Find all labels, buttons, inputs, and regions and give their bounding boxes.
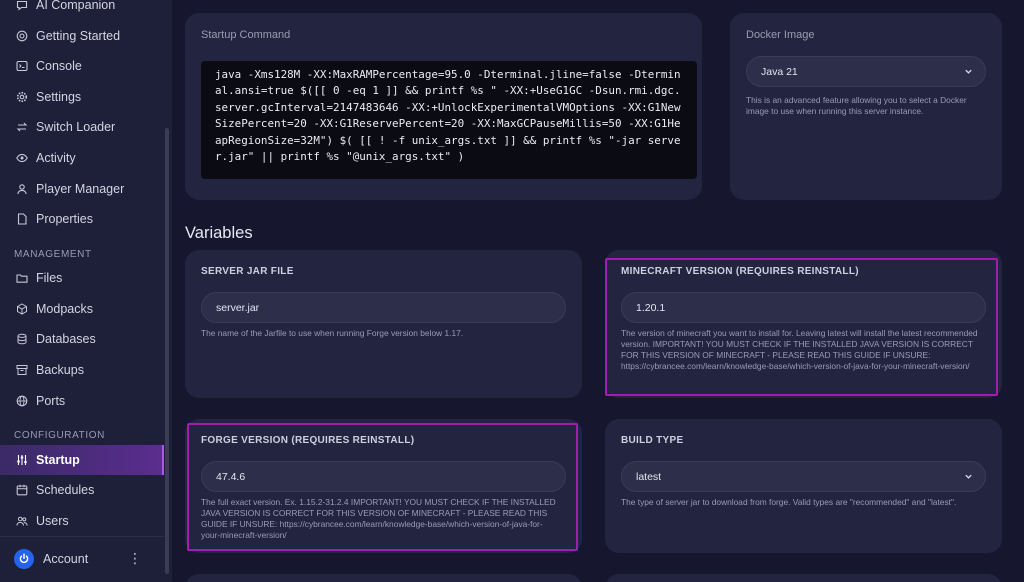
database-icon: [16, 333, 28, 345]
sidebar-item-backups[interactable]: Backups: [0, 355, 164, 385]
next-variable-card: [605, 574, 1002, 582]
sidebar-item-switch-loader[interactable]: Switch Loader: [0, 112, 164, 142]
sidebar-item-properties[interactable]: Properties: [0, 204, 164, 234]
highlight-minecraft-version: [605, 258, 998, 396]
sidebar-item-label: Schedules: [36, 483, 95, 497]
sliders-icon: [16, 454, 28, 466]
sidebar-item-databases[interactable]: Databases: [0, 324, 164, 354]
sidebar-item-modpacks[interactable]: Modpacks: [0, 294, 164, 324]
sidebar-item-label: Ports: [36, 394, 66, 408]
file-icon: [16, 213, 28, 225]
terminal-icon: [16, 60, 28, 72]
section-label-configuration: CONFIGURATION: [14, 430, 105, 441]
sidebar-item-getting-started[interactable]: Getting Started: [0, 21, 164, 51]
startup-command-card: Startup Command java -Xms128M -XX:MaxRAM…: [185, 13, 702, 200]
sidebar-item-ai-companion[interactable]: AI Companion: [0, 0, 164, 20]
eye-icon: [16, 152, 28, 164]
sidebar-item-label: Getting Started: [36, 29, 121, 43]
users-icon: [16, 515, 28, 527]
power-icon: [19, 552, 29, 563]
archive-icon: [16, 364, 28, 376]
globe-icon: [16, 395, 28, 407]
folder-icon: [16, 272, 28, 284]
chevron-down-icon: [965, 474, 972, 479]
sidebar-item-activity[interactable]: Activity: [0, 143, 164, 173]
startup-command-title: Startup Command: [201, 29, 291, 41]
sidebar-item-files[interactable]: Files: [0, 263, 164, 293]
calendar-icon: [16, 484, 28, 496]
sidebar-item-settings[interactable]: Settings: [0, 82, 164, 112]
server-jar-help: The name of the Jarfile to use when runn…: [201, 328, 464, 338]
highlight-forge-version: [187, 423, 578, 551]
account-menu[interactable]: Account ⋮: [0, 536, 164, 580]
box-icon: [16, 303, 28, 315]
sidebar-item-label: Properties: [36, 212, 93, 226]
kebab-menu-icon[interactable]: ⋮: [128, 551, 142, 565]
sidebar-item-ports[interactable]: Ports: [0, 386, 164, 416]
sidebar-item-console[interactable]: Console: [0, 51, 164, 81]
sidebar-item-label: Users: [36, 514, 69, 528]
lifebuoy-icon: [16, 30, 28, 42]
sidebar-item-label: Settings: [36, 90, 82, 104]
build-type-value: latest: [636, 470, 662, 483]
docker-image-title: Docker Image: [746, 29, 815, 41]
gear-icon: [16, 91, 28, 103]
chevron-down-icon: [965, 69, 972, 74]
docker-image-value: Java 21: [761, 65, 798, 78]
sidebar-item-label: Startup: [36, 453, 80, 467]
sidebar-item-label: Backups: [36, 363, 84, 377]
sidebar-item-schedules[interactable]: Schedules: [0, 475, 164, 505]
avatar: [14, 548, 34, 569]
arrows-swap-icon: [16, 121, 28, 133]
user-icon: [16, 183, 28, 195]
section-label-management: MANAGEMENT: [14, 249, 92, 260]
sidebar-item-label: Activity: [36, 151, 76, 165]
sidebar-item-label: Files: [36, 271, 63, 285]
server-jar-input[interactable]: server.jar: [201, 292, 566, 323]
server-jar-card: SERVER JAR FILE server.jar The name of t…: [185, 250, 582, 398]
next-variable-card: [185, 574, 582, 582]
build-type-help: The type of server jar to download from …: [621, 497, 957, 507]
sidebar-item-label: AI Companion: [36, 0, 116, 12]
build-type-select[interactable]: latest: [621, 461, 986, 492]
sidebar-scrollbar[interactable]: [165, 128, 169, 574]
build-type-card: BUILD TYPE latest The type of server jar…: [605, 419, 1002, 553]
sidebar-item-label: Player Manager: [36, 182, 125, 196]
sidebar-item-label: Databases: [36, 332, 96, 346]
build-type-label: BUILD TYPE: [621, 435, 684, 446]
sidebar-item-startup[interactable]: Startup: [0, 445, 164, 475]
docker-image-help: This is an advanced feature allowing you…: [746, 95, 967, 116]
docker-image-select[interactable]: Java 21: [746, 56, 986, 87]
sidebar-item-player-manager[interactable]: Player Manager: [0, 174, 164, 204]
account-label: Account: [43, 551, 89, 566]
server-jar-value: server.jar: [216, 301, 260, 314]
chat-icon: [16, 0, 28, 11]
sidebar: AI Companion Getting Started Console Set…: [0, 0, 172, 582]
sidebar-item-label: Modpacks: [36, 302, 93, 316]
sidebar-item-label: Switch Loader: [36, 120, 116, 134]
sidebar-item-label: Console: [36, 59, 82, 73]
variables-heading: Variables: [185, 224, 253, 242]
server-jar-label: SERVER JAR FILE: [201, 266, 294, 277]
sidebar-item-users[interactable]: Users: [0, 506, 164, 536]
startup-command-code[interactable]: java -Xms128M -XX:MaxRAMPercentage=95.0 …: [201, 61, 697, 179]
docker-image-card: Docker Image Java 21 This is an advanced…: [730, 13, 1002, 200]
